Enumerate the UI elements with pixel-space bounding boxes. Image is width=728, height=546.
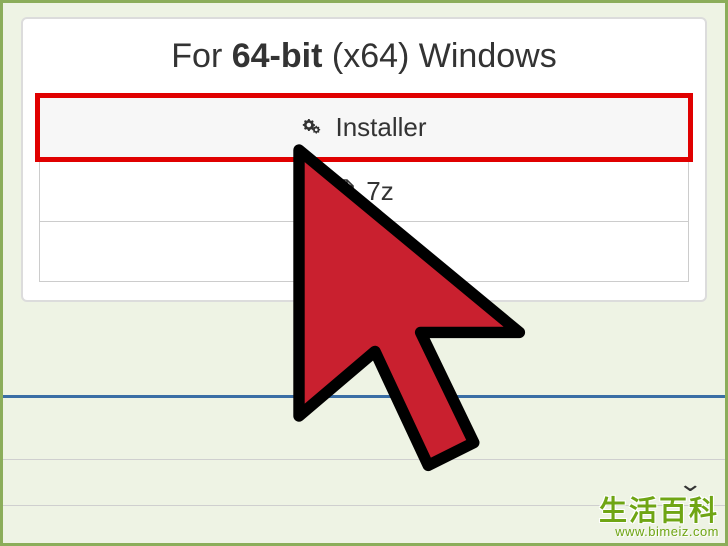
watermark-url: www.bimeiz.com [599,525,719,539]
installer-label: Installer [335,112,426,143]
zip-label: ZIP [360,236,400,267]
watermark-text: 生活百科 [599,496,719,525]
watermark: 生活百科 www.bimeiz.com [599,496,719,539]
option-list: Installer 7z [23,92,705,282]
page-frame: For 64-bit (x64) Windows Installer [0,0,728,546]
chevron-down-icon[interactable]: ⌄ [677,471,703,497]
gears-icon [301,116,325,140]
panel-title: For 64-bit (x64) Windows [23,37,705,76]
download-panel: For 64-bit (x64) Windows Installer [21,17,707,302]
archive-icon [328,239,350,265]
divider [3,459,725,460]
title-bold: 64-bit [232,37,323,75]
installer-button[interactable]: Installer [35,93,693,162]
title-prefix: For [171,37,231,75]
title-suffix: (x64) Windows [322,37,556,75]
archive-icon [334,179,356,205]
divider [3,395,725,398]
zip-button[interactable]: ZIP [39,222,689,282]
sevenz-button[interactable]: 7z [39,162,689,222]
sevenz-label: 7z [366,176,393,207]
